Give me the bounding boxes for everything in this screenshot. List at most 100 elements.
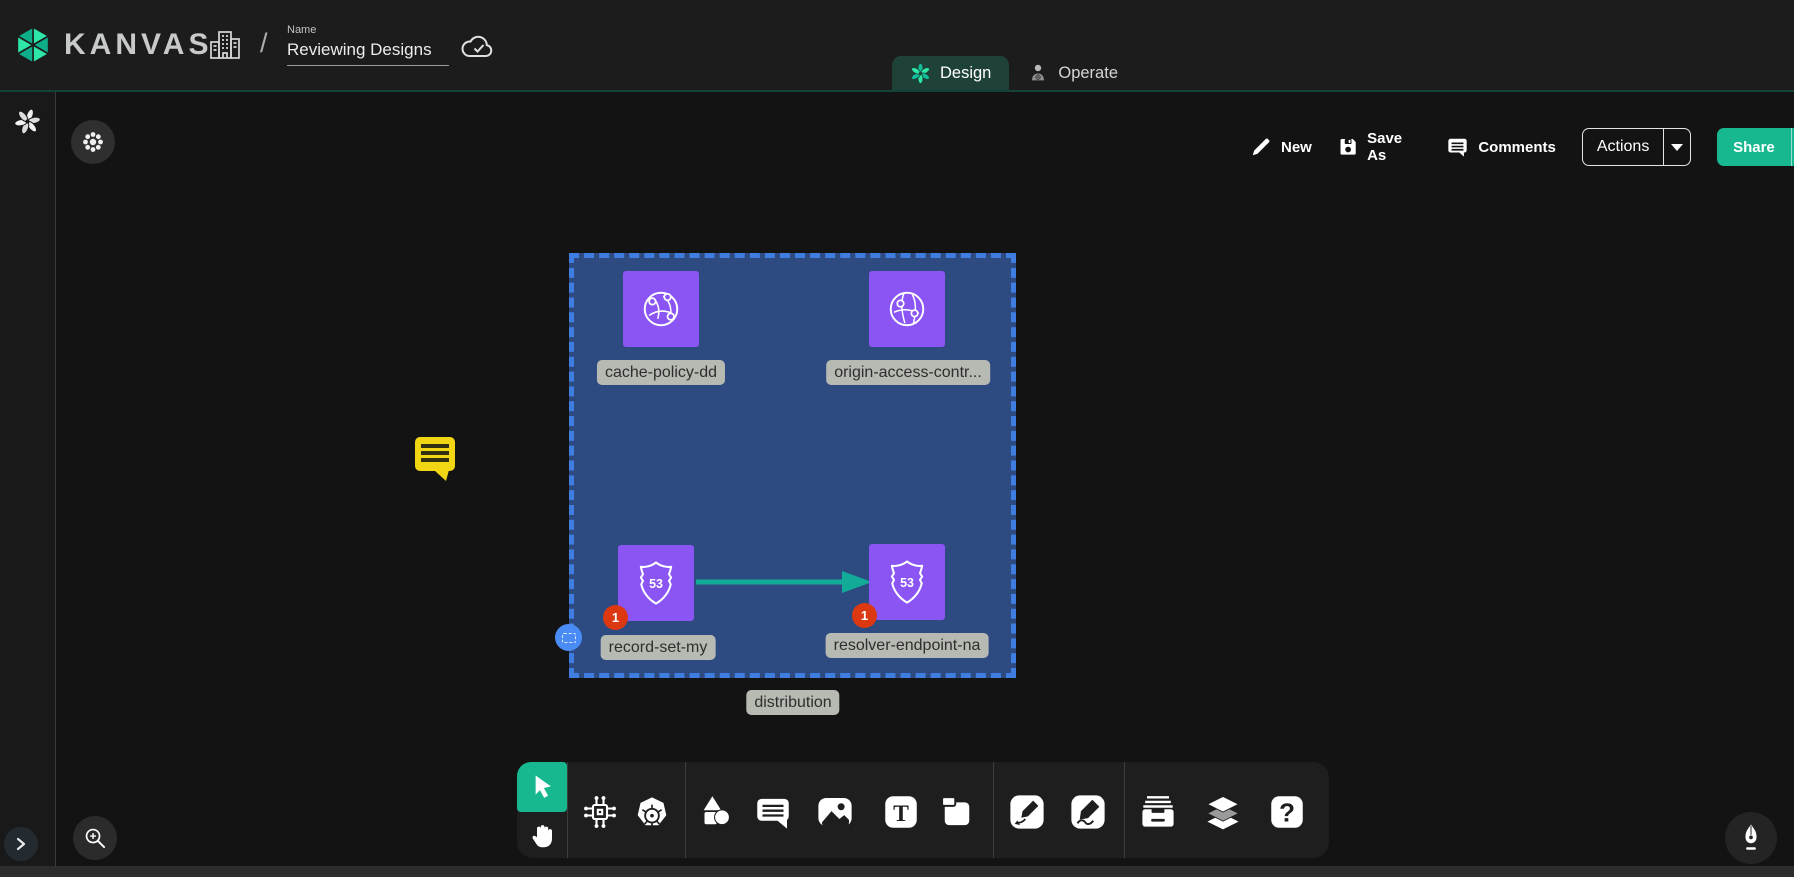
breadcrumb-separator: /	[260, 28, 268, 59]
tab-operate-label: Operate	[1058, 64, 1118, 83]
header: KANVAS / Name	[0, 0, 1794, 92]
new-button[interactable]: New	[1250, 136, 1312, 158]
canvas-toolbar: New Save As Comments Actions	[1250, 127, 1794, 167]
svg-text:53: 53	[900, 576, 914, 590]
design-name-input[interactable]	[287, 39, 449, 66]
error-badge[interactable]: 1	[603, 605, 628, 630]
cursor-icon	[529, 773, 555, 801]
canvas-widgets-button[interactable]	[71, 120, 115, 164]
route53-shield-icon: 53	[630, 557, 682, 609]
tab-design[interactable]: Design	[892, 56, 1009, 90]
node-origin-access-control[interactable]	[869, 271, 945, 347]
pen-nib-icon	[1736, 822, 1766, 854]
selection-rect-icon	[562, 633, 576, 643]
group-select-handle[interactable]	[555, 624, 582, 651]
tab-operate[interactable]: Operate	[1009, 56, 1136, 90]
tool-dock: T	[517, 762, 1329, 858]
drawer-tool[interactable]	[1135, 789, 1181, 835]
shapes-tool[interactable]	[692, 789, 738, 835]
kanvas-logo[interactable]: KANVAS	[12, 24, 212, 66]
logo-text: KANVAS	[64, 28, 212, 62]
node-label[interactable]: record-set-my	[601, 635, 716, 660]
error-badge[interactable]: 1	[852, 603, 877, 628]
comments-label: Comments	[1478, 139, 1556, 156]
svg-text:?: ?	[1279, 798, 1295, 828]
bottom-strip	[0, 866, 1794, 877]
draw-tool[interactable]	[1065, 789, 1111, 835]
note-icon	[936, 791, 978, 833]
kubernetes-tool[interactable]	[629, 789, 675, 835]
dock-divider	[567, 762, 568, 858]
mode-tabs: Design Operate	[892, 56, 1136, 90]
kanvas-logo-icon	[12, 24, 54, 66]
question-mark-icon: ?	[1266, 791, 1308, 833]
dock-divider	[1124, 762, 1125, 858]
tab-design-label: Design	[940, 64, 991, 83]
text-tool[interactable]: T	[878, 789, 924, 835]
name-field-label: Name	[287, 24, 449, 36]
edge-pen-icon	[1006, 791, 1048, 833]
shapes-icon	[694, 791, 736, 833]
save-icon	[1338, 136, 1358, 158]
node-label[interactable]: origin-access-contr...	[826, 360, 990, 385]
operate-person-icon	[1027, 61, 1049, 85]
comments-button[interactable]: Comments	[1446, 136, 1556, 158]
svg-text:53: 53	[649, 577, 663, 591]
svg-text:T: T	[893, 801, 909, 827]
layers-icon	[1201, 790, 1245, 834]
magnifier-plus-icon	[82, 825, 108, 851]
group-label[interactable]: distribution	[746, 690, 839, 715]
dock-divider	[685, 762, 686, 858]
new-label: New	[1281, 139, 1312, 156]
cloudfront-globe-icon	[635, 283, 687, 335]
cloudfront-globe-icon	[881, 283, 933, 335]
component-tool[interactable]	[577, 789, 623, 835]
cursor-tool[interactable]	[517, 762, 567, 812]
design-pen-button[interactable]	[1725, 812, 1777, 864]
kanvas-app: KANVAS / Name	[0, 0, 1794, 877]
chevron-right-icon	[15, 837, 27, 851]
comment-tool[interactable]	[750, 789, 796, 835]
actions-dropdown-button[interactable]	[1664, 129, 1690, 165]
media-tool[interactable]	[812, 789, 858, 835]
save-as-label: Save As	[1367, 130, 1420, 164]
left-sidebar	[0, 92, 56, 866]
hand-icon	[528, 821, 556, 851]
chevron-down-icon	[1671, 144, 1683, 151]
design-name-field: Name	[287, 24, 449, 66]
save-as-button[interactable]: Save As	[1338, 130, 1420, 164]
image-icon	[814, 791, 856, 833]
share-split-button[interactable]: Share	[1717, 128, 1794, 166]
edge-tool[interactable]	[1004, 789, 1050, 835]
comment-bubble-icon	[752, 791, 794, 833]
share-button[interactable]: Share	[1717, 128, 1792, 166]
actions-button[interactable]: Actions	[1583, 129, 1664, 165]
component-chip-icon	[579, 791, 621, 833]
pencil-icon	[1250, 136, 1272, 158]
node-cache-policy[interactable]	[623, 271, 699, 347]
pan-tool[interactable]	[525, 818, 559, 854]
flower-icon	[82, 131, 104, 153]
node-label[interactable]: cache-policy-dd	[597, 360, 725, 385]
note-tool[interactable]	[934, 789, 980, 835]
cloud-sync-icon	[460, 32, 496, 67]
route53-shield-icon: 53	[881, 556, 933, 608]
meshery-swirl-icon[interactable]	[14, 108, 41, 140]
actions-split-button[interactable]: Actions	[1582, 128, 1691, 166]
layers-tool[interactable]	[1200, 789, 1246, 835]
help-tool[interactable]: ?	[1264, 789, 1310, 835]
drawer-icon	[1136, 790, 1180, 834]
comment-pin-icon[interactable]	[414, 436, 456, 482]
dock-divider	[993, 762, 994, 858]
comments-icon	[1446, 136, 1469, 158]
freehand-pencil-icon	[1067, 791, 1109, 833]
zoom-in-button[interactable]	[73, 816, 117, 860]
node-label[interactable]: resolver-endpoint-na	[826, 633, 989, 658]
organization-icon[interactable]	[206, 26, 244, 69]
text-icon: T	[880, 791, 922, 833]
sidebar-expand-button[interactable]	[4, 827, 38, 861]
node-record-set[interactable]: 53	[618, 545, 694, 621]
kubernetes-wheel-icon	[630, 790, 674, 834]
node-resolver-endpoint[interactable]: 53	[869, 544, 945, 620]
edge-record-to-resolver[interactable]	[694, 568, 876, 596]
